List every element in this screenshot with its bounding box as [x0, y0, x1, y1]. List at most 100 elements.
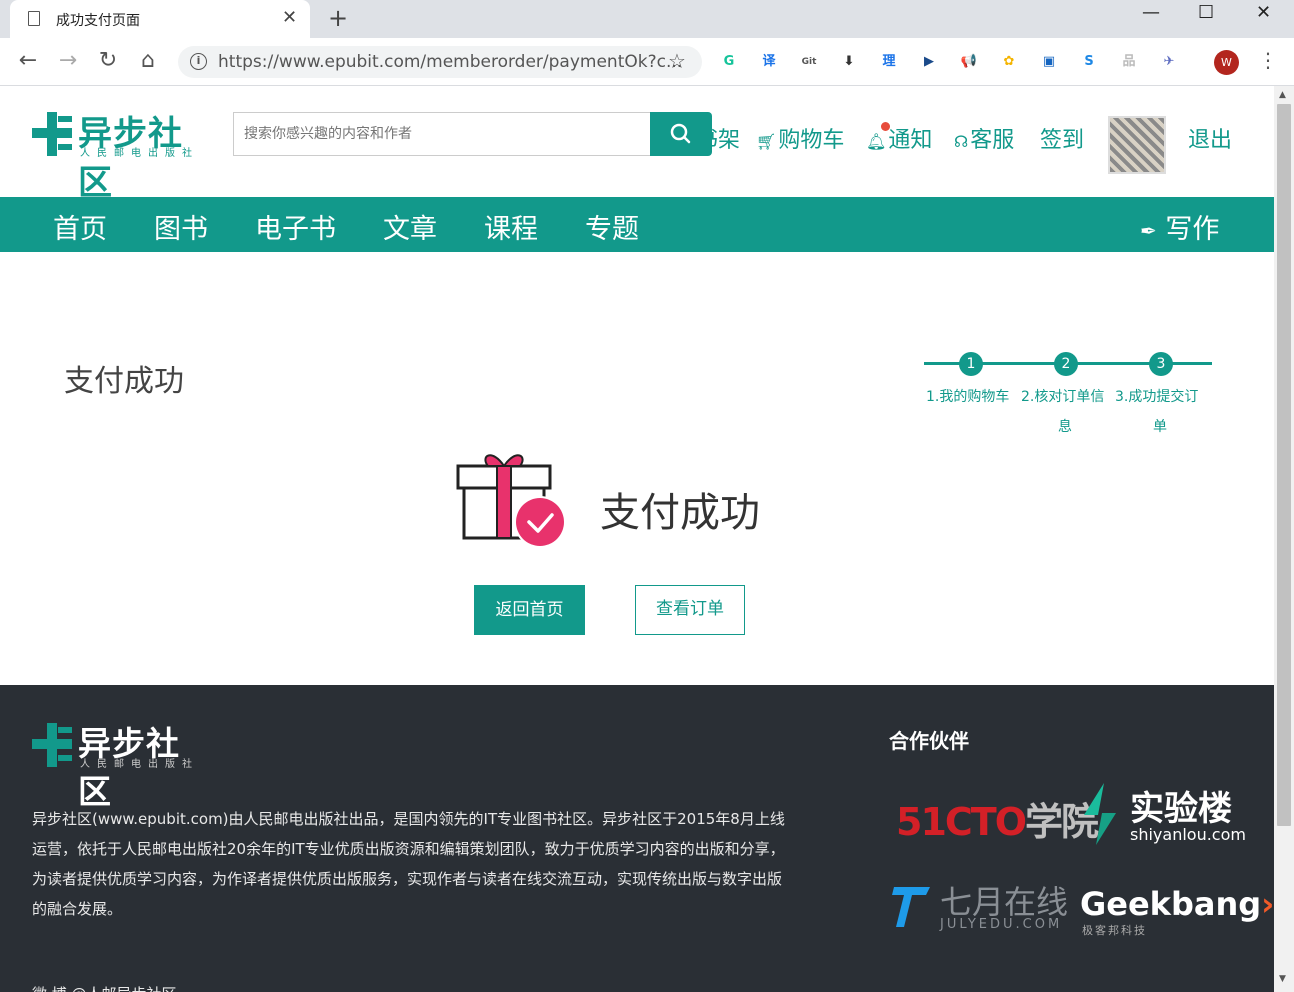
site-logo[interactable]: 异步社区 人民邮电出版社 [32, 110, 207, 203]
headset-icon: ☊ [954, 132, 969, 151]
reload-icon[interactable]: ↻ [94, 48, 122, 73]
step-1-label: 1.我的购物车 [926, 389, 1010, 405]
success-message: 支付成功 [600, 490, 760, 536]
megaphone-icon[interactable]: 📢 [958, 51, 980, 73]
footer-logo-mark-icon [32, 723, 72, 767]
page-title: 支付成功 [64, 364, 184, 399]
partner-geekbang-label: Geekbang [1080, 885, 1262, 923]
minimize-icon[interactable]: — [1142, 2, 1160, 23]
photos-icon[interactable]: ✿ [998, 51, 1020, 73]
browser-tab[interactable]: 成功支付页面 ✕ [10, 0, 310, 38]
page-icon [28, 11, 40, 26]
footer-weibo[interactable]: 微 博 @人邮异步社区 [32, 983, 177, 992]
partner-51cto-logo[interactable]: 51CTO学院 [896, 791, 1099, 846]
grammarly-icon[interactable]: G [718, 51, 740, 73]
footer-logo-subtitle: 人民邮电出版社 [80, 759, 199, 770]
browser-tabbar: 成功支付页面 ✕ + — ☐ ✕ [0, 0, 1294, 38]
back-icon[interactable]: ← [14, 48, 42, 73]
partner-51cto-label: 51CTO [896, 800, 1027, 844]
search-input[interactable] [233, 112, 651, 156]
service-link[interactable]: ☊客服 [954, 122, 1014, 154]
nav-courses[interactable]: 课程 [484, 207, 538, 246]
sitemap-icon[interactable]: 品 [1118, 51, 1140, 73]
partner-shiyanlou-url: shiyanlou.com [1130, 825, 1246, 844]
user-avatar[interactable] [1108, 116, 1166, 174]
step-3-label-cont: 单 [1153, 419, 1167, 435]
main-nav: 首页 图书 电子书 文章 课程 专题 ✒ 写作 [0, 197, 1274, 252]
cart-icon: 🛒︎ [756, 132, 777, 151]
search-icon [670, 123, 691, 144]
info-icon[interactable]: i [190, 53, 207, 70]
notify-label: 通知 [888, 128, 933, 153]
signin-link[interactable]: 签到 [1040, 122, 1084, 154]
translate-icon[interactable]: 译 [758, 51, 780, 73]
scroll-thumb[interactable] [1277, 104, 1291, 826]
footer-description: 异步社区(www.epubit.com)由人民邮电出版社出品，是国内领先的IT专… [32, 810, 785, 918]
s-icon[interactable]: S [1078, 51, 1100, 73]
partners-title: 合作伙伴 [889, 729, 969, 753]
bird-icon[interactable]: ✈ [1158, 51, 1180, 73]
forward-icon[interactable]: → [54, 48, 82, 73]
star-icon[interactable]: ☆ [668, 49, 686, 73]
partner-shiyanlou-label: 实验楼 [1130, 789, 1232, 829]
step-2-dot: 2 [1054, 352, 1078, 376]
site-footer: 异步社区 人民邮电出版社 异步社区(www.epubit.com)由人民邮电出版… [0, 685, 1274, 992]
play-icon[interactable]: ▶ [918, 51, 940, 73]
search-button[interactable] [650, 112, 712, 156]
logout-link[interactable]: 退出 [1188, 122, 1232, 154]
nav-topics[interactable]: 专题 [585, 207, 639, 246]
cart-link[interactable]: 🛒︎购物车 [756, 122, 844, 154]
home-icon[interactable]: ⌂ [134, 48, 162, 73]
tab-title: 成功支付页面 [56, 13, 140, 29]
service-label: 客服 [970, 128, 1015, 153]
notify-link[interactable]: 🔔︎通知 [866, 122, 932, 154]
julyedu-mark-icon [892, 887, 930, 927]
step-3-dot: 3 [1149, 352, 1173, 376]
browser-toolbar: ← → ↻ ⌂ i https://www.epubit.com/membero… [0, 38, 1294, 86]
scroll-up-icon[interactable]: ▲ [1279, 90, 1286, 100]
step-3-label: 3.成功提交订 [1115, 389, 1199, 405]
page-viewport: 异步社区 人民邮电出版社 书架 🛒︎购物车 🔔︎通知 ☊客服 签到 退出 首页 … [0, 86, 1274, 992]
download-icon[interactable]: ⬇ [838, 51, 860, 73]
gift-success-icon [456, 454, 566, 548]
url-text[interactable]: https://www.epubit.com/memberorder/payme… [218, 52, 682, 72]
gitzip-icon[interactable]: Git [798, 51, 820, 73]
address-bar[interactable]: i https://www.epubit.com/memberorder/pay… [178, 46, 702, 78]
nav-books[interactable]: 图书 [154, 207, 208, 246]
geekbang-arrow-icon: › [1261, 885, 1274, 923]
footer-logo[interactable]: 异步社区 人民邮电出版社 [32, 721, 202, 811]
partner-geekbang-sub: 极客邦科技 [1082, 924, 1147, 937]
window-close-icon[interactable]: ✕ [1256, 2, 1271, 23]
shelf-link[interactable]: 书架 [712, 122, 740, 152]
nav-articles[interactable]: 文章 [383, 207, 437, 246]
close-icon[interactable]: ✕ [282, 7, 297, 28]
nav-home[interactable]: 首页 [53, 207, 107, 246]
reader-on-icon[interactable]: 理 [878, 51, 900, 73]
box-icon[interactable]: ▣ [1038, 51, 1060, 73]
new-tab-icon[interactable]: + [328, 4, 348, 32]
step-2-label-cont: 息 [1058, 419, 1072, 435]
write-link[interactable]: ✒ 写作 [1140, 207, 1219, 246]
bell-icon: 🔔︎ [866, 132, 887, 151]
return-home-button[interactable]: 返回首页 [474, 585, 585, 635]
notification-dot [881, 122, 890, 131]
scroll-down-icon[interactable]: ▼ [1279, 974, 1286, 984]
profile-avatar[interactable]: W [1214, 50, 1239, 75]
shiyanlou-mark-icon [1084, 783, 1116, 845]
step-1-dot: 1 [959, 352, 983, 376]
partner-shiyanlou-logo[interactable]: 实验楼 shiyanlou.com [1078, 781, 1248, 851]
logo-mark-icon [32, 112, 72, 156]
view-order-button[interactable]: 查看订单 [635, 585, 745, 635]
partner-geekbang-logo[interactable]: Geekbang› [1080, 885, 1274, 923]
menu-icon[interactable]: ⋮ [1258, 48, 1278, 72]
quill-icon: ✒ [1140, 219, 1157, 243]
nav-ebooks[interactable]: 电子书 [255, 207, 336, 246]
write-label: 写作 [1165, 214, 1220, 245]
shelf-label: 书架 [712, 128, 740, 152]
partner-july-logo[interactable]: 七月在线 JULYEDU.COM [890, 881, 1080, 937]
partner-july-url: JULYEDU.COM [940, 917, 1063, 932]
step-2-label: 2.核对订单信 [1021, 389, 1105, 405]
order-steps: 1 2 3 1.我的购物车 2.核对订单信 息 3.成功提交订 单 [924, 352, 1214, 442]
maximize-icon[interactable]: ☐ [1198, 2, 1214, 23]
page-scrollbar[interactable]: ▲ ▼ [1274, 86, 1294, 992]
